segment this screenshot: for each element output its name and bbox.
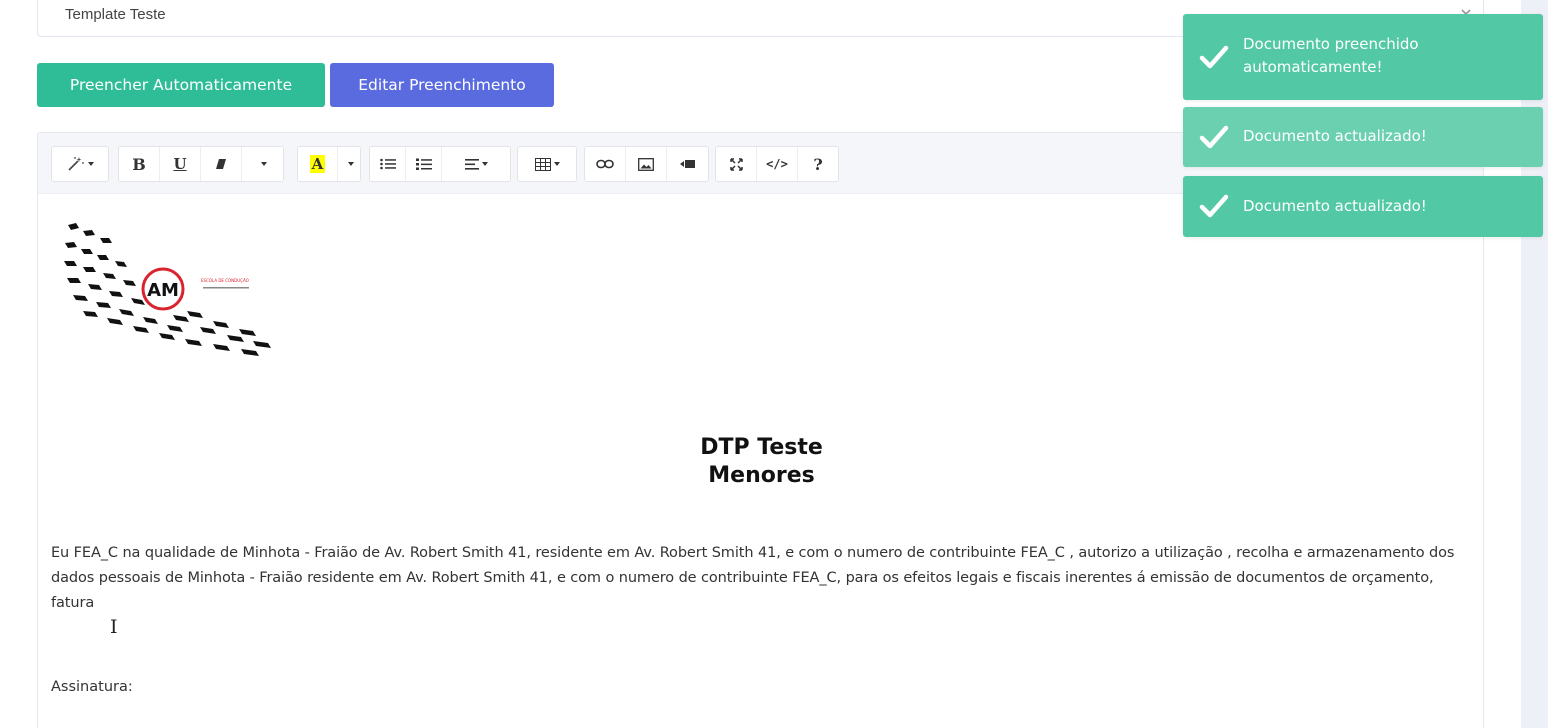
fullscreen-button[interactable] — [716, 147, 757, 181]
video-button[interactable] — [667, 147, 708, 181]
toolbar-group-paragraph — [369, 146, 511, 182]
toast-notification[interactable]: Documento actualizado! — [1183, 107, 1543, 167]
code-icon: </> — [766, 157, 788, 171]
document-title-line2: Menores — [708, 463, 815, 488]
clear-format-button[interactable] — [201, 147, 242, 181]
toolbar-group-style — [51, 146, 109, 182]
align-left-icon — [464, 158, 479, 170]
eraser-icon — [216, 159, 226, 169]
document-title: DTP Teste Menores — [38, 434, 1485, 490]
edit-fill-button[interactable]: Editar Preenchimento — [330, 63, 554, 107]
toast-notification[interactable]: Documento actualizado! — [1183, 176, 1543, 237]
color-dropdown-button[interactable] — [338, 147, 360, 181]
toast-message: Documento actualizado! — [1243, 127, 1427, 145]
video-icon — [679, 160, 695, 168]
toast-message: Documento preenchido automaticamente! — [1243, 35, 1419, 76]
check-icon — [1199, 45, 1229, 69]
ordered-list-button[interactable] — [406, 147, 442, 181]
toolbar-group-font: B U — [118, 146, 284, 182]
text-cursor-icon: I — [110, 616, 118, 638]
logo-tagline: ESCOLA DE CONDUÇÃO — [201, 278, 249, 283]
document-body: Eu FEA_C na qualidade de Minhota - Fraiã… — [51, 545, 1455, 611]
toast-message: Documento actualizado! — [1243, 197, 1427, 215]
signature-label: Assinatura: — [51, 679, 133, 695]
logo-monogram: AM — [147, 280, 179, 301]
code-view-button[interactable]: </> — [757, 147, 798, 181]
autofill-button[interactable]: Preencher Automaticamente — [37, 63, 325, 107]
fullscreen-icon — [729, 157, 743, 171]
help-icon: ? — [813, 154, 823, 174]
align-dropdown-button[interactable] — [442, 147, 510, 181]
link-icon — [596, 159, 614, 169]
company-logo: AM ESCOLA DE CONDUÇÃO — [64, 223, 271, 356]
toolbar-group-view: </> ? — [715, 146, 839, 182]
style-magic-button[interactable] — [52, 147, 108, 181]
link-button[interactable] — [585, 147, 626, 181]
document-title-line1: DTP Teste — [700, 435, 823, 460]
table-icon — [534, 157, 551, 171]
editor-content[interactable]: AM ESCOLA DE CONDUÇÃO DTP Teste Menores … — [38, 194, 1483, 728]
highlight-button[interactable]: A — [298, 147, 338, 181]
font-dropdown-button[interactable] — [242, 147, 283, 181]
toolbar-group-table — [517, 146, 577, 182]
check-icon — [1199, 194, 1229, 218]
unordered-list-button[interactable] — [370, 147, 406, 181]
image-icon — [638, 157, 654, 171]
toolbar-group-insert — [584, 146, 709, 182]
magic-wand-icon — [67, 157, 84, 171]
underline-button[interactable]: U — [160, 147, 201, 181]
numbered-list-icon — [415, 158, 432, 170]
bold-button[interactable]: B — [119, 147, 160, 181]
toolbar-group-color: A — [297, 146, 361, 182]
help-button[interactable]: ? — [798, 147, 838, 181]
image-button[interactable] — [626, 147, 667, 181]
toast-notification[interactable]: Documento preenchido automaticamente! — [1183, 14, 1543, 100]
table-button[interactable] — [518, 147, 576, 181]
template-select-value: Template Teste — [65, 6, 166, 23]
bullet-list-icon — [379, 158, 396, 170]
check-icon — [1199, 125, 1229, 149]
